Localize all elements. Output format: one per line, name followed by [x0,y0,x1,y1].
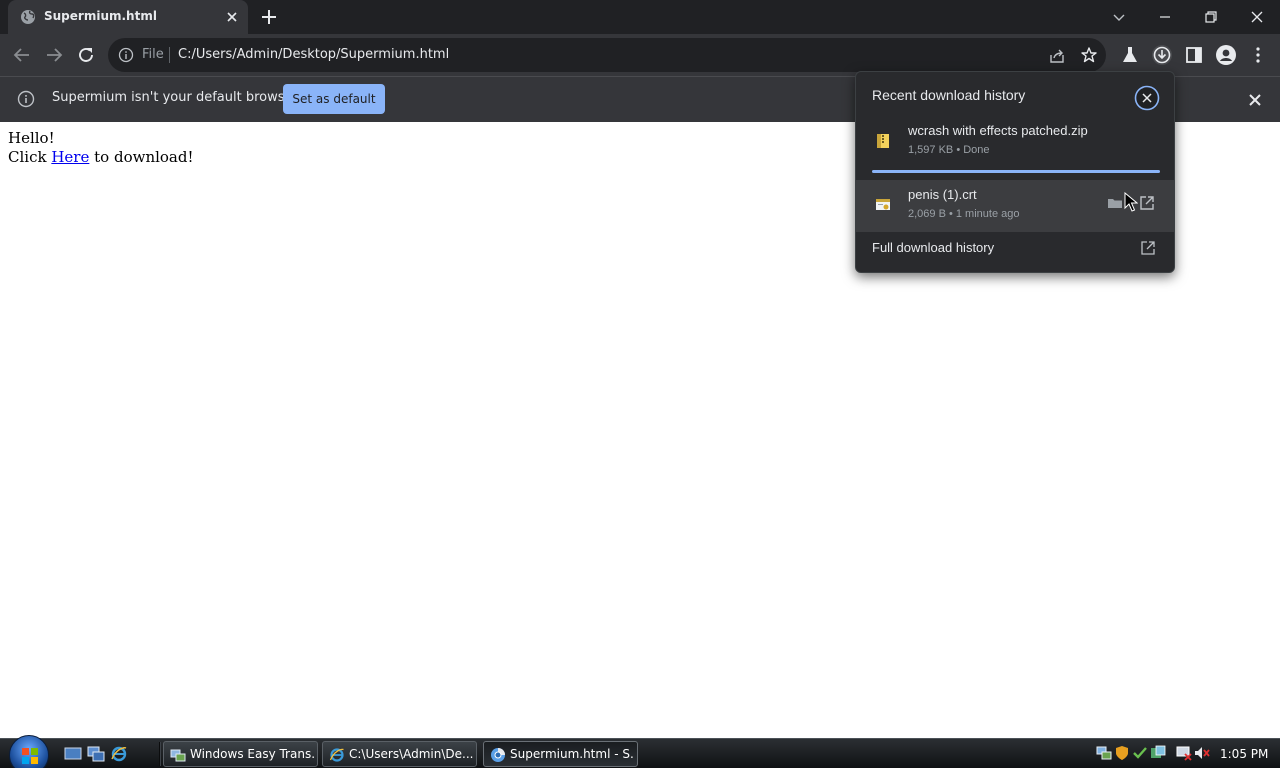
site-info-icon[interactable] [118,47,134,63]
reload-icon[interactable] [75,44,97,66]
taskbar-button-label: Windows Easy Trans... [190,747,314,761]
full-history-label: Full download history [872,240,995,255]
internet-explorer-icon[interactable] [110,745,128,763]
restore-icon[interactable] [1200,6,1222,28]
address-bar[interactable]: File C:/Users/Admin/Desktop/Supermium.ht… [108,38,1106,72]
show-in-folder-icon[interactable] [1106,194,1124,212]
full-download-history-row[interactable]: Full download history [856,232,1174,272]
open-external-icon [1141,241,1155,255]
taskbar-button-supermium[interactable]: Supermium.html - S... [483,741,638,767]
windows-taskbar: Windows Easy Trans... C:\Users\Admin\De.… [0,735,1280,768]
menu-kebab-icon[interactable] [1247,44,1269,66]
zip-file-icon [877,134,889,148]
supermium-icon [491,748,505,762]
downloads-title: Recent download history [872,87,1026,103]
minimize-icon[interactable] [1154,6,1176,28]
close-tab-icon[interactable] [224,9,240,25]
url-scheme-label: File [142,47,164,62]
download-line: Click Here to download! [8,148,194,167]
close-downloads-icon[interactable] [1134,85,1160,111]
taskbar-button-easy-transfer[interactable]: Windows Easy Trans... [163,741,318,767]
tab-search-chevron-icon[interactable] [1108,6,1130,28]
download-filename: wcrash with effects patched.zip [908,123,1088,138]
taskbar-button-label: Supermium.html - S... [510,747,634,761]
forward-arrow-icon[interactable] [43,44,65,66]
download-meta: 1,597 KB • Done [908,144,990,156]
taskbar-button-label: C:\Users\Admin\De... [349,747,473,761]
bookmark-star-icon[interactable] [1080,46,1098,64]
mouse-cursor-icon [1124,192,1138,212]
set-as-default-button[interactable]: Set as default [283,84,385,114]
url-text[interactable]: C:/Users/Admin/Desktop/Supermium.html [178,47,449,62]
labs-flask-icon[interactable] [1119,44,1141,66]
taskbar-clock[interactable]: 1:05 PM [1220,747,1268,761]
sync-tray-icon[interactable] [1150,745,1166,761]
browser-toolbar: File C:/Users/Admin/Desktop/Supermium.ht… [0,34,1280,76]
system-tray: 1:05 PM [1090,741,1280,767]
certificate-file-icon [876,199,890,210]
download-meta: 2,069 B • 1 minute ago [908,208,1020,220]
taskbar-divider [159,742,161,766]
tab-supermium[interactable]: Supermium.html [8,0,248,34]
share-icon[interactable] [1048,47,1066,65]
new-tab-icon[interactable] [260,8,278,26]
windows-logo-icon [22,748,38,764]
display-tray-icon[interactable] [1176,745,1192,761]
volume-muted-icon[interactable] [1194,745,1210,761]
greeting-text: Hello! [8,129,55,147]
tab-strip: Supermium.html [0,0,1280,34]
download-filename: penis (1).crt [908,187,977,202]
security-shield-icon[interactable] [1114,745,1130,761]
switch-windows-icon[interactable] [87,745,105,763]
network-tray-icon[interactable] [1096,745,1112,761]
back-arrow-icon[interactable] [11,44,33,66]
taskbar-button-explorer[interactable]: C:\Users\Admin\De... [322,741,477,767]
close-infobar-icon[interactable] [1246,91,1264,109]
page-content: Hello! Click Here to download! [8,129,194,167]
click-prefix: Click [8,148,47,166]
click-suffix: to download! [94,148,194,166]
easy-transfer-icon [170,749,186,762]
update-check-icon[interactable] [1132,745,1148,761]
open-external-icon[interactable] [1138,194,1156,212]
download-progress-bar [872,170,1160,173]
download-item[interactable]: wcrash with effects patched.zip 1,597 KB… [856,116,1174,168]
ie-icon [329,748,344,762]
show-desktop-icon[interactable] [64,745,82,763]
infobar-message: Supermium isn't your default browser [52,90,298,105]
side-panel-icon[interactable] [1183,44,1205,66]
omnibox-divider [169,47,170,63]
close-window-icon[interactable] [1246,6,1268,28]
info-icon [17,90,35,108]
download-link[interactable]: Here [51,148,89,166]
tab-title: Supermium.html [44,9,157,23]
profile-avatar-icon[interactable] [1215,44,1237,66]
downloads-icon[interactable] [1151,44,1173,66]
start-button[interactable] [9,735,49,768]
globe-icon [21,10,35,24]
downloads-bubble: Recent download history wcrash with effe… [855,71,1175,273]
